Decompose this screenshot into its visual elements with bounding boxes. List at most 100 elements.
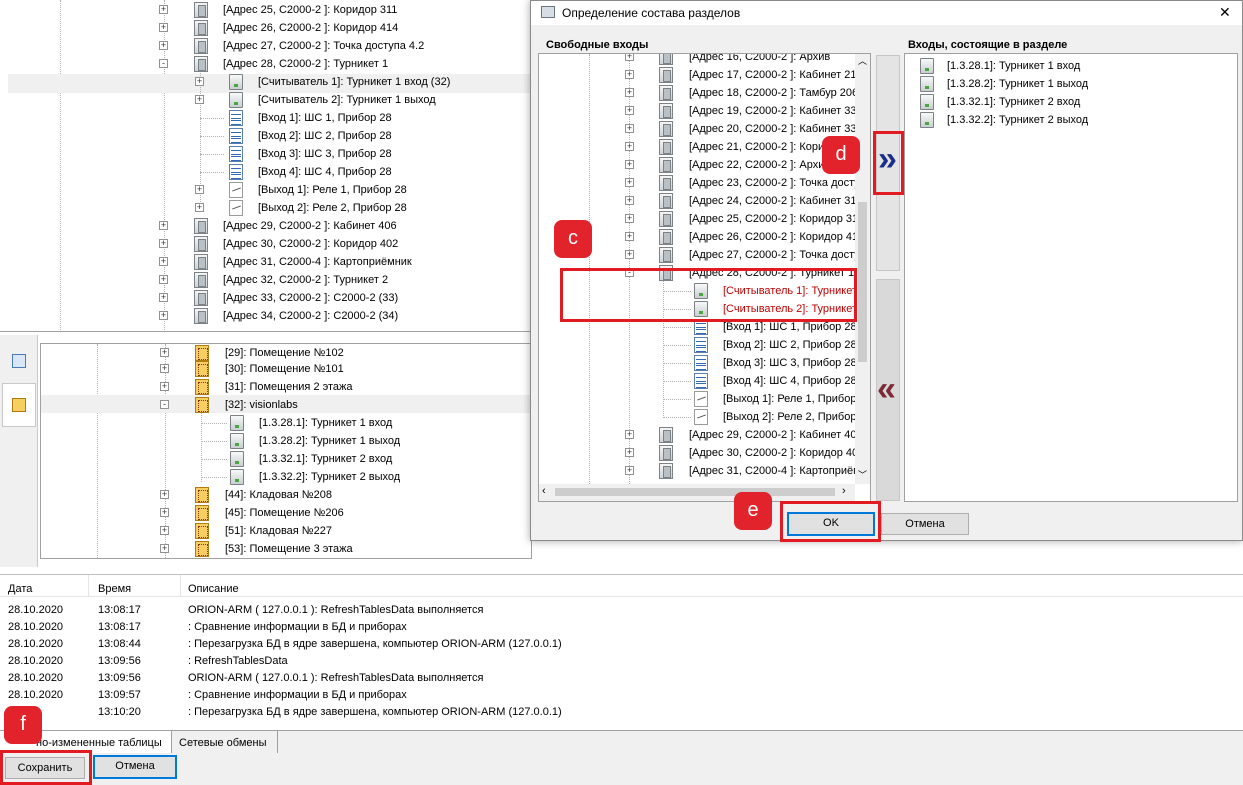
device-tree-panel[interactable]: + [Адрес 25, С2000-2 ]: Коридор 311 + [Адре… [0,0,532,332]
tree-node-device[interactable]: + [Адрес 26, С2000-2 ]: Коридор 414 [0,19,600,37]
free-input-node[interactable]: + [Адрес 30, С2000-2 ]: Коридор 40 [539,444,858,462]
free-input-element[interactable]: [Выход 2]: Реле 2, Прибор [539,408,856,426]
free-input-element[interactable]: [Вход 4]: ШС 4, Прибор 28 [539,372,857,390]
section-input-item[interactable]: [1.3.32.2]: Турникет 2 выход [905,111,1235,129]
expand-icon[interactable]: + [159,5,168,14]
free-input-node[interactable]: + [Адрес 19, С2000-2 ]: Кабинет 33 [539,102,857,120]
free-input-node[interactable]: + [Адрес 31, С2000-4 ]: Картоприём [539,462,861,480]
collapse-icon[interactable]: - [160,400,169,409]
dialog-cancel-button[interactable]: Отмена [881,513,969,535]
free-input-node[interactable]: + [Адрес 20, С2000-2 ]: Кабинет 33 [539,120,857,138]
free-inputs-vscroll-thumb[interactable] [858,202,867,362]
remove-arrow-icon[interactable]: « [877,369,896,409]
expand-icon[interactable]: + [159,293,168,302]
event-log[interactable]: Дата Время Описание 28.10.2020 13:08:17 OR… [0,574,1243,730]
tree-node-device[interactable]: + [Адрес 27, С2000-2 ]: Точка доступа 4.2 [0,37,600,55]
expand-icon[interactable]: + [625,196,634,205]
expand-icon[interactable]: + [625,54,634,61]
dialog-title-bar[interactable]: Определение состава разделов ✕ [531,1,1242,25]
expand-icon[interactable]: + [625,430,634,439]
tree-node-device[interactable]: + [Адрес 31, С2000-4 ]: Картоприёмник [0,253,600,271]
expand-icon[interactable]: + [625,88,634,97]
expand-icon[interactable]: + [160,526,169,535]
expand-icon[interactable]: + [159,41,168,50]
scroll-up-icon[interactable]: ︿ [858,54,867,67]
tree-node-element[interactable]: + [Выход 2]: Реле 2, Прибор 28 [0,199,600,217]
expand-icon[interactable]: + [160,544,169,553]
tree-node-device[interactable]: + [Адрес 25, С2000-2 ]: Коридор 311 [0,1,600,19]
expand-icon[interactable]: + [625,214,634,223]
bottom-cancel-button[interactable]: Отмена [93,755,177,779]
devices-view-icon[interactable] [12,354,26,368]
log-row[interactable]: 202013:10:20: Перезагрузка БД в ядре зав… [8,704,1228,721]
expand-icon[interactable]: + [159,23,168,32]
expand-icon[interactable]: + [625,250,634,259]
free-input-node[interactable]: + [Адрес 24, С2000-2 ]: Кабинет 31 [539,192,857,210]
scroll-down-icon[interactable]: ﹀ [858,468,867,481]
zones-tree-panel[interactable]: + [29]: Помещение №102 + [30]: Помещение №1… [40,343,532,559]
expand-icon[interactable]: + [625,178,634,187]
tree-node-device[interactable]: + [Адрес 32, С2000-2 ]: Турникет 2 [0,271,600,289]
log-row[interactable]: 28.10.2020 13:09:56: RefreshTablesData [8,653,1228,670]
free-input-element[interactable]: [Вход 3]: ШС 3, Прибор 28 [539,354,857,372]
expand-icon[interactable]: + [195,203,204,212]
tree-node-device[interactable]: + [Адрес 30, С2000-2 ]: Коридор 402 [0,235,600,253]
free-input-node[interactable]: + [Адрес 22, С2000-2 ]: Архи [539,156,855,174]
free-inputs-hscroll[interactable]: ‹ › [539,484,855,501]
expand-icon[interactable]: + [160,364,169,373]
tree-node-device[interactable]: + [Адрес 33, С2000-2 ]: С2000-2 (33) [0,289,600,307]
expand-icon[interactable]: + [160,382,169,391]
tree-node-element[interactable]: [Вход 2]: ШС 2, Прибор 28 [0,127,600,145]
expand-icon[interactable]: + [625,106,634,115]
tree-node-zone[interactable]: + [53]: Помещение 3 этажа [41,540,641,558]
free-inputs-hscroll-thumb[interactable] [555,488,835,496]
tree-node-device[interactable]: + [Адрес 29, С2000-2 ]: Кабинет 406 [0,217,600,235]
expand-icon[interactable]: + [625,448,634,457]
section-input-item[interactable]: [1.3.32.1]: Турникет 2 вход [905,93,1235,111]
close-icon[interactable]: ✕ [1219,4,1231,21]
expand-icon[interactable]: + [159,275,168,284]
section-inputs-list[interactable]: [1.3.28.1]: Турникет 1 вход [1.3.28.2]: Т… [904,53,1238,502]
free-input-element[interactable]: [Вход 2]: ШС 2, Прибор 28 [539,336,857,354]
tree-node-element[interactable]: + [Считыватель 1]: Турникет 1 вход (32) [0,73,600,91]
log-row[interactable]: 28.10.2020 13:08:17 ORION-ARM ( 127.0.0.1 … [8,602,1228,619]
log-header-date[interactable]: Дата [8,583,32,595]
log-header-description[interactable]: Описание [188,583,239,595]
tree-node-element[interactable]: + [Выход 1]: Реле 1, Прибор 28 [0,181,600,199]
tree-node-device[interactable]: + [Адрес 34, С2000-2 ]: С2000-2 (34) [0,307,600,325]
scroll-left-icon[interactable]: ‹ [542,485,546,497]
zones-view-icon[interactable] [2,383,36,427]
expand-icon[interactable]: + [625,142,634,151]
expand-icon[interactable]: + [195,95,204,104]
free-input-node[interactable]: + [Адрес 16, С2000-2 ]: Архив [539,54,855,66]
free-input-node[interactable]: + [Адрес 29, С2000-2 ]: Кабинет 40 [539,426,857,444]
free-inputs-vscroll[interactable]: ︿ ﹀ [855,54,870,484]
tree-node-element[interactable]: [Вход 3]: ШС 3, Прибор 28 [0,145,600,163]
log-row[interactable]: 28.10.2020 13:08:44: Перезагрузка БД в яд… [8,636,1228,653]
expand-icon[interactable]: + [159,311,168,320]
expand-icon[interactable]: + [160,508,169,517]
expand-icon[interactable]: + [625,124,634,133]
free-input-node[interactable]: + [Адрес 21, С2000-2 ]: Кори [539,138,855,156]
expand-icon[interactable]: + [625,466,634,475]
expand-icon[interactable]: + [195,77,204,86]
expand-icon[interactable]: + [625,160,634,169]
free-input-node[interactable]: + [Адрес 18, С2000-2 ]: Тамбур 206 [539,84,858,102]
collapse-icon[interactable]: - [159,59,168,68]
tree-node-element[interactable]: [Вход 4]: ШС 4, Прибор 28 [0,163,600,181]
expand-icon[interactable]: + [625,232,634,241]
log-row[interactable]: 28.10.2020 13:09:56 ORION-ARM ( 127.0.0.1 … [8,670,1228,687]
tab-network-exchange[interactable]: Сетевые обмены [172,731,278,753]
tree-node-device[interactable]: - [Адрес 28, С2000-2 ]: Турникет 1 [0,55,600,73]
tree-node-element[interactable]: [Вход 1]: ШС 1, Прибор 28 [0,109,600,127]
free-input-element[interactable]: [Выход 1]: Реле 1, Прибор [539,390,856,408]
log-header-time[interactable]: Время [98,583,131,595]
expand-icon[interactable]: + [159,239,168,248]
log-row[interactable]: 28.10.2020 13:09:57: Сравнение информации… [8,687,1228,704]
expand-icon[interactable]: + [625,70,634,79]
tree-node-element[interactable]: + [Считыватель 2]: Турникет 1 выход [0,91,600,109]
section-input-item[interactable]: [1.3.28.1]: Турникет 1 вход [905,57,1235,75]
section-input-item[interactable]: [1.3.28.2]: Турникет 1 выход [905,75,1235,93]
expand-icon[interactable]: + [159,221,168,230]
expand-icon[interactable]: + [160,348,169,357]
